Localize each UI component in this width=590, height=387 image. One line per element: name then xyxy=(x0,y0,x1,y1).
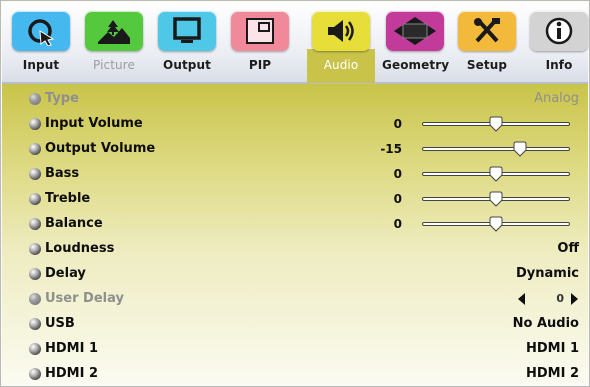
menu-item-delay[interactable]: Delay Dynamic xyxy=(2,262,588,286)
bullet-icon xyxy=(29,318,41,330)
bullet-icon xyxy=(29,118,41,130)
tab-info[interactable]: Info xyxy=(526,11,589,72)
slider-track xyxy=(422,147,570,151)
bullet-icon xyxy=(29,268,41,280)
input-volume-value: 0 xyxy=(393,117,402,131)
menu-item-usb[interactable]: USB No Audio xyxy=(2,312,588,336)
menu-item-label: Delay xyxy=(45,266,86,281)
type-value: Analog xyxy=(534,91,579,106)
menu-item-input-volume[interactable]: Input Volume 0 xyxy=(2,112,588,136)
bullet-icon xyxy=(29,193,41,205)
hdmi-2-value: HDMI 2 xyxy=(525,366,579,381)
bullet-icon xyxy=(29,218,41,230)
bullet-icon xyxy=(29,93,41,105)
treble-slider[interactable] xyxy=(422,191,570,207)
tab-picture[interactable]: Picture xyxy=(81,11,147,72)
tab-geometry[interactable]: Geometry xyxy=(382,11,450,72)
tab-label: Output xyxy=(163,58,211,72)
menu-item-bass[interactable]: Bass 0 xyxy=(2,162,588,186)
menu-item-hdmi-1[interactable]: HDMI 1 HDMI 1 xyxy=(2,337,588,361)
picture-landscape-icon xyxy=(85,11,143,51)
treble-value: 0 xyxy=(393,192,402,206)
balance-slider[interactable] xyxy=(422,216,570,232)
menu-item-label: User Delay xyxy=(45,291,124,306)
menu-item-label: Treble xyxy=(45,191,91,206)
menu-item-treble[interactable]: Treble 0 xyxy=(2,187,588,211)
tab-input[interactable]: Input xyxy=(8,11,74,72)
input-cursor-icon xyxy=(12,11,70,51)
menu-item-output-volume[interactable]: Output Volume -15 xyxy=(2,137,588,161)
tab-bar: Input Picture Output PIP Audio Geometry Setup I… xyxy=(2,2,588,84)
geometry-diamond-icon xyxy=(386,11,444,51)
tab-label: Setup xyxy=(466,58,508,72)
menu-item-label: USB xyxy=(45,316,75,331)
menu-item-label: Bass xyxy=(45,166,80,181)
menu-item-label: Loudness xyxy=(45,241,115,256)
osd-window: Input Picture Output PIP Audio Geometry Setup I… xyxy=(0,0,590,387)
slider-thumb[interactable] xyxy=(512,141,528,157)
bullet-icon xyxy=(29,293,41,305)
tab-audio[interactable]: Audio xyxy=(308,11,374,72)
bullet-icon xyxy=(29,343,41,355)
delay-value: Dynamic xyxy=(515,266,579,281)
tab-label: Geometry xyxy=(382,58,450,72)
slider-thumb[interactable] xyxy=(488,191,504,207)
menu-item-label: Input Volume xyxy=(45,116,143,131)
tab-label: Input xyxy=(22,58,60,72)
tab-label: Info xyxy=(545,58,573,72)
balance-value: 0 xyxy=(393,217,402,231)
menu-item-label: HDMI 2 xyxy=(45,366,99,381)
usb-value: No Audio xyxy=(512,316,579,331)
arrow-right-icon[interactable] xyxy=(571,293,578,305)
slider-thumb[interactable] xyxy=(488,216,504,232)
input-volume-slider[interactable] xyxy=(422,116,570,132)
tab-label: Picture xyxy=(93,58,135,72)
bullet-icon xyxy=(29,168,41,180)
menu-item-balance[interactable]: Balance 0 xyxy=(2,212,588,236)
tab-pip[interactable]: PIP xyxy=(227,11,293,72)
audio-speaker-icon xyxy=(312,11,370,51)
bullet-icon xyxy=(29,243,41,255)
menu-item-label: Output Volume xyxy=(45,141,156,156)
tab-label: PIP xyxy=(248,58,272,72)
info-circle-icon xyxy=(530,11,588,51)
bullet-icon xyxy=(29,143,41,155)
menu-item-type: Type Analog xyxy=(2,87,588,111)
audio-menu: Type Analog Input Volume 0 Output Volume -15 B… xyxy=(2,84,588,386)
bass-value: 0 xyxy=(393,167,402,181)
menu-item-label: Type xyxy=(45,91,79,106)
user-delay-value: 0 xyxy=(556,292,564,305)
slider-thumb[interactable] xyxy=(488,166,504,182)
output-volume-value: -15 xyxy=(380,142,402,156)
tab-setup[interactable]: Setup xyxy=(454,11,520,72)
tab-output[interactable]: Output xyxy=(154,11,220,72)
menu-item-label: Balance xyxy=(45,216,103,231)
tab-label: Audio xyxy=(323,58,359,72)
menu-item-loudness[interactable]: Loudness Off xyxy=(2,237,588,261)
menu-item-hdmi-2[interactable]: HDMI 2 HDMI 2 xyxy=(2,362,588,386)
output-monitor-icon xyxy=(158,11,216,51)
hdmi-1-value: HDMI 1 xyxy=(525,341,579,356)
bullet-icon xyxy=(29,368,41,380)
output-volume-slider[interactable] xyxy=(422,141,570,157)
bass-slider[interactable] xyxy=(422,166,570,182)
pip-window-icon xyxy=(231,11,289,51)
menu-item-user-delay: User Delay 0 xyxy=(2,287,588,311)
arrow-left-icon[interactable] xyxy=(518,293,525,305)
menu-item-label: HDMI 1 xyxy=(45,341,99,356)
user-delay-stepper[interactable]: 0 xyxy=(518,292,578,306)
loudness-value: Off xyxy=(557,241,579,256)
slider-thumb[interactable] xyxy=(488,116,504,132)
setup-tools-icon xyxy=(458,11,516,51)
